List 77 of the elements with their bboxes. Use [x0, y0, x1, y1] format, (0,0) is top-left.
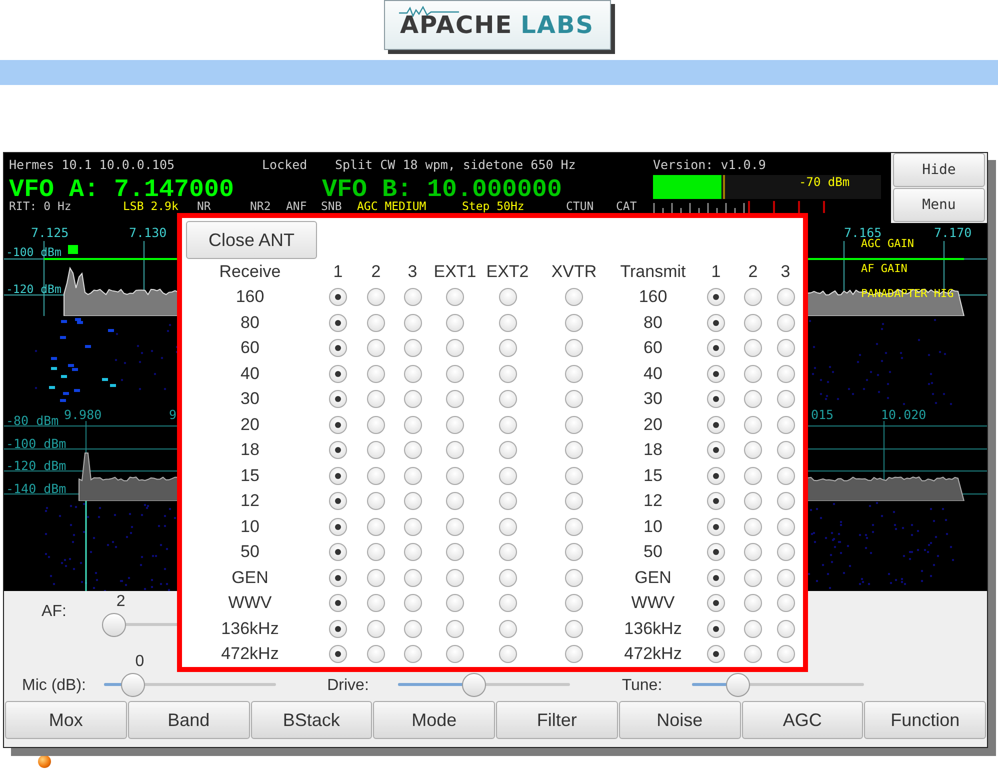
band-label: 80	[240, 312, 260, 333]
band-label: WWV	[228, 593, 272, 614]
status-indicator: CAT	[616, 199, 637, 213]
band-label: 80	[644, 312, 662, 333]
control-label: Tune:	[620, 677, 664, 696]
slider-value: 2	[116, 593, 126, 610]
frequency-label: 10.020	[881, 407, 926, 422]
band-label: 20	[240, 414, 260, 435]
control-label: AF:	[40, 603, 68, 622]
frequency-label: 015	[811, 407, 834, 422]
column-header: 2	[748, 262, 758, 282]
overlay-label: AF GAIN	[861, 262, 908, 275]
status-text: Split CW 18 wpm, sidetone 650 Hz	[335, 157, 576, 172]
frequency-label: 9	[169, 407, 177, 422]
status-text: Hermes 10.1 10.0.0.105	[9, 157, 175, 172]
band-label: 136kHz	[624, 618, 682, 639]
band-label: 40	[240, 364, 260, 384]
column-header: Transmit	[620, 262, 686, 282]
band-label: 30	[644, 389, 662, 410]
band-label: GEN	[634, 568, 672, 588]
status-indicator: Step 50Hz	[462, 199, 524, 213]
band-label: 160	[638, 287, 668, 308]
band-label: 10	[644, 516, 662, 537]
band-label: 60	[240, 338, 260, 358]
band-label: 30	[240, 389, 260, 410]
band-label: 50	[240, 542, 260, 562]
band-label: 12	[240, 491, 260, 512]
band-label: 10	[240, 516, 260, 537]
signal-reading: -70 dBm	[799, 175, 850, 189]
status-indicator: NR2	[250, 199, 271, 213]
column-header: 3	[780, 262, 790, 282]
control-label: Mic (dB):	[21, 677, 87, 696]
column-header: XVTR	[551, 262, 597, 282]
band-label: 15	[644, 466, 662, 486]
status-indicator: SNB	[321, 199, 342, 213]
column-header: 1	[333, 262, 343, 282]
band-label: 472kHz	[624, 644, 682, 664]
band-label: 136kHz	[221, 618, 279, 639]
slider-value: 0	[135, 653, 144, 670]
band-label: 160	[236, 287, 264, 308]
dbm-label: -140 dBm	[6, 481, 66, 496]
band-label: 50	[644, 542, 662, 562]
logo-text: APACHE	[400, 11, 513, 39]
dbm-label: -120 dBm	[6, 458, 66, 473]
status-indicator: ANF	[286, 199, 307, 213]
logo-text: LABS	[520, 11, 594, 39]
band-label: 12	[644, 491, 662, 512]
column-header: 3	[408, 262, 418, 282]
band-label: 15	[240, 466, 260, 486]
status-indicator: AGC MEDIUM	[357, 199, 426, 213]
band-label: 18	[240, 440, 260, 460]
dbm-label: -100 dBm	[6, 436, 66, 451]
control-label: Drive:	[326, 677, 370, 696]
dbm-label: -80 dBm	[6, 413, 59, 428]
frequency-label: 7.165	[844, 225, 882, 240]
band-label: 472kHz	[221, 644, 279, 664]
column-header: 2	[371, 262, 381, 282]
column-header: Receive	[219, 262, 281, 282]
status-indicator: NR	[197, 199, 211, 213]
band-label: WWV	[631, 593, 675, 614]
band-label: 60	[644, 338, 662, 358]
frequency-label: 7.130	[129, 225, 167, 240]
frequency-label: 7.125	[31, 225, 69, 240]
band-label: GEN	[232, 568, 268, 588]
frequency-label: 9.980	[64, 407, 102, 422]
column-header: EXT2	[486, 262, 529, 282]
status-text: Version: v1.0.9	[653, 157, 766, 172]
band-label: 18	[644, 440, 662, 460]
column-header: EXT1	[434, 262, 476, 282]
band-label: 20	[644, 414, 662, 435]
overlay-label: AGC GAIN	[861, 237, 914, 250]
status-text: Locked	[262, 157, 308, 172]
status-indicator: CTUN	[566, 199, 594, 213]
band-label: 40	[644, 364, 662, 384]
frequency-label: 7.170	[934, 225, 972, 240]
column-header: 1	[711, 262, 721, 282]
status-indicator: RIT: 0 Hz	[9, 199, 72, 213]
